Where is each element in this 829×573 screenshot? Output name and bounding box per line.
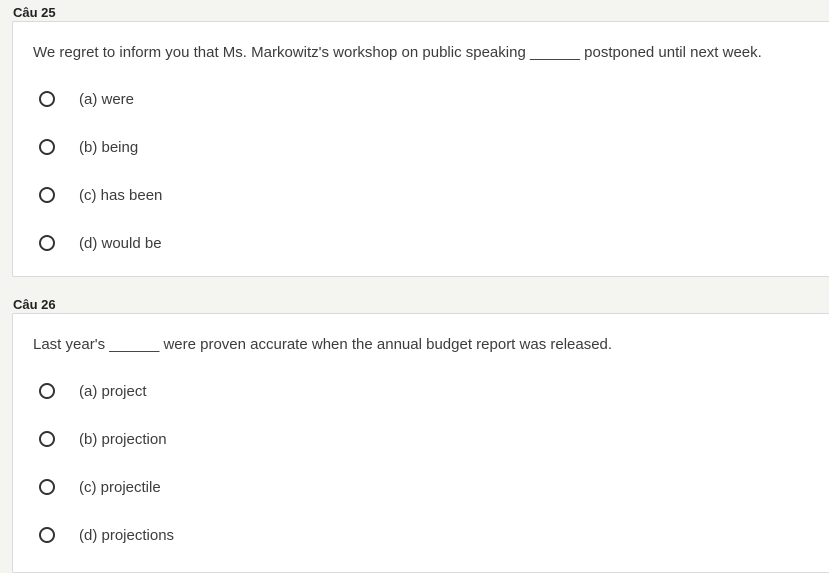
option-label: (b) being bbox=[79, 138, 139, 156]
option-d[interactable]: (d) projections bbox=[39, 523, 174, 547]
option-label: (c) projectile bbox=[79, 478, 161, 496]
option-label: (a) were bbox=[79, 90, 135, 108]
question-card: Last year's ______ were proven accurate … bbox=[12, 313, 829, 573]
option-d[interactable]: (d) would be bbox=[39, 231, 162, 255]
question-card: We regret to inform you that Ms. Markowi… bbox=[12, 21, 829, 277]
radio-button[interactable] bbox=[39, 235, 55, 251]
option-b[interactable]: (b) projection bbox=[39, 427, 167, 451]
radio-button[interactable] bbox=[39, 479, 55, 495]
radio-button[interactable] bbox=[39, 187, 55, 203]
question-text: We regret to inform you that Ms. Markowi… bbox=[33, 44, 762, 61]
option-label: (d) would be bbox=[79, 234, 162, 252]
radio-button[interactable] bbox=[39, 431, 55, 447]
option-a[interactable]: (a) were bbox=[39, 87, 134, 111]
question-number: Câu 25 bbox=[13, 5, 56, 20]
question-number: Câu 26 bbox=[13, 297, 56, 312]
option-label: (b) projection bbox=[79, 430, 167, 448]
option-b[interactable]: (b) being bbox=[39, 135, 138, 159]
option-label: (a) project bbox=[79, 382, 147, 400]
radio-button[interactable] bbox=[39, 91, 55, 107]
radio-button[interactable] bbox=[39, 139, 55, 155]
radio-button[interactable] bbox=[39, 383, 55, 399]
option-label: (c) has been bbox=[79, 186, 163, 204]
option-c[interactable]: (c) projectile bbox=[39, 475, 161, 499]
option-a[interactable]: (a) project bbox=[39, 379, 147, 403]
option-c[interactable]: (c) has been bbox=[39, 183, 162, 207]
option-label: (d) projections bbox=[79, 526, 175, 544]
radio-button[interactable] bbox=[39, 527, 55, 543]
question-text: Last year's ______ were proven accurate … bbox=[33, 336, 613, 353]
